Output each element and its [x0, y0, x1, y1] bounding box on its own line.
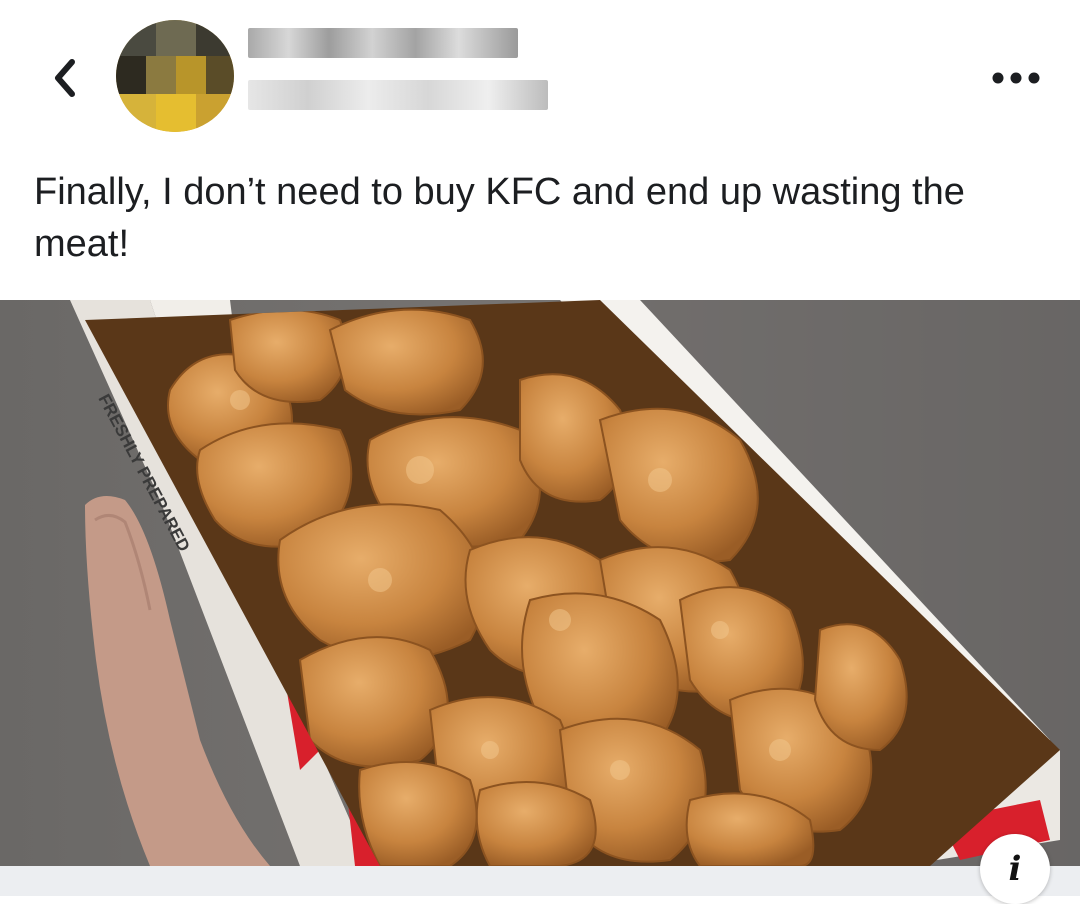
author-name-redacted[interactable]: [248, 28, 548, 110]
post-header: [0, 0, 1080, 150]
more-horizontal-icon: [992, 72, 1040, 84]
fried-chicken-skin-photo: FRESHLY PREPARED: [0, 300, 1080, 866]
redacted-timestamp-line: [248, 80, 548, 110]
more-options-button[interactable]: [986, 58, 1046, 98]
chevron-left-icon: [55, 59, 75, 97]
pixelated-avatar-image: [116, 20, 234, 132]
info-button[interactable]: i: [980, 834, 1050, 904]
redacted-name-line: [248, 28, 518, 58]
back-button[interactable]: [36, 50, 92, 106]
avatar[interactable]: [116, 20, 234, 132]
post-caption: Finally, I don’t need to buy KFC and end…: [34, 171, 965, 265]
photo-footer-bar: [0, 866, 1080, 896]
info-icon: i: [1008, 849, 1022, 889]
post-photo[interactable]: FRESHLY PREPARED: [0, 300, 1080, 866]
